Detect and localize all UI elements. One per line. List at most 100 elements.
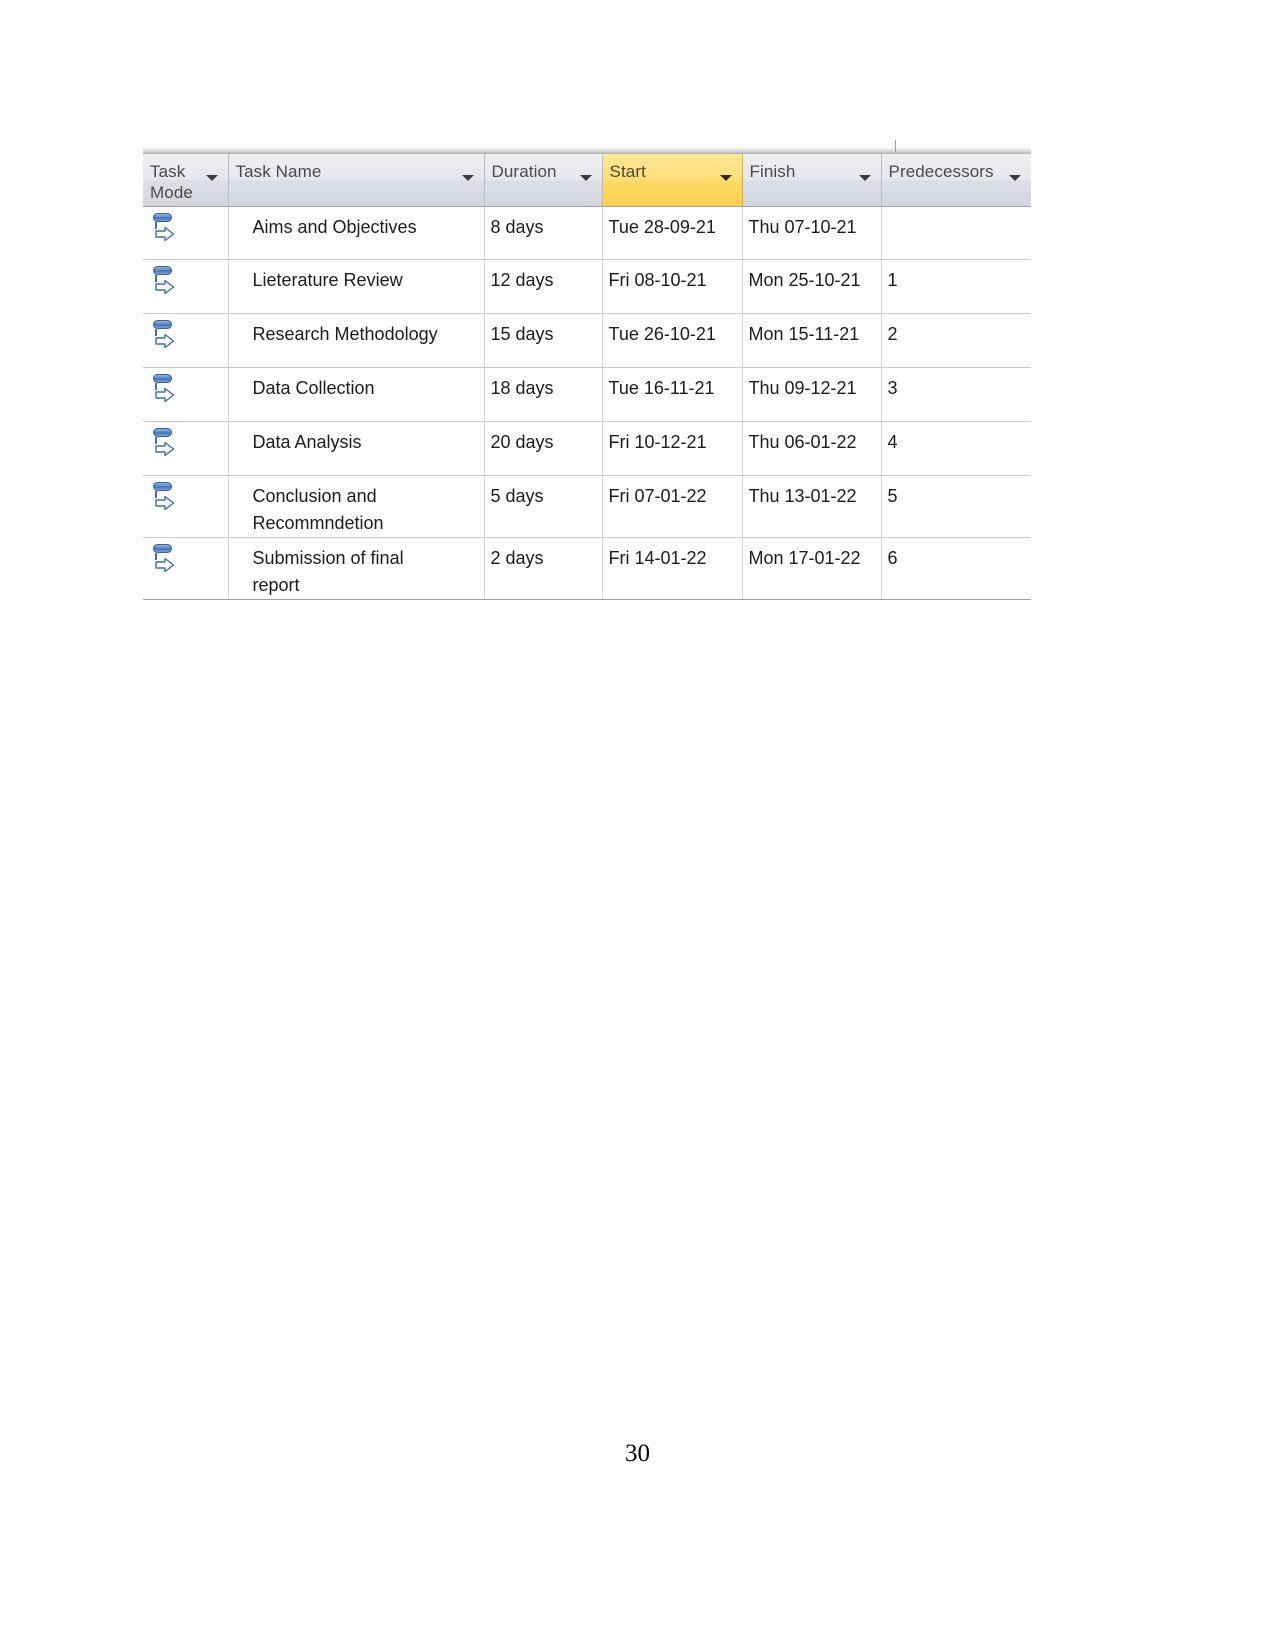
- auto-scheduled-bar: [153, 213, 172, 222]
- cell-start[interactable]: Fri 07-01-22: [602, 475, 743, 538]
- table-row[interactable]: Data Analysis 20 days Fri 10-12-21 Thu 06-0…: [143, 421, 1031, 476]
- column-header-start[interactable]: Start: [601, 154, 743, 207]
- cell-start[interactable]: Fri 08-10-21: [602, 259, 743, 314]
- auto-scheduled-arrow: [155, 441, 175, 462]
- column-header-predecessors[interactable]: Predecessors: [881, 154, 1031, 207]
- cell-predecessors[interactable]: [881, 206, 1032, 260]
- chevron-down-icon[interactable]: [579, 175, 592, 181]
- table-body: Aims and Objectives 8 days Tue 28-09-21 Thu…: [143, 206, 1032, 600]
- auto-scheduled-bar: [153, 374, 172, 383]
- cell-finish[interactable]: Thu 13-01-22: [742, 475, 882, 538]
- auto-scheduled-bar: [153, 428, 172, 437]
- cell-predecessors[interactable]: 6: [881, 537, 1031, 600]
- cell-predecessors-text: 6: [887, 548, 898, 568]
- auto-scheduled-icon: [152, 482, 178, 512]
- cell-finish[interactable]: Thu 06-01-22: [742, 421, 882, 476]
- cell-task-name-text: Aims and Objectives: [252, 217, 417, 237]
- cell-predecessors[interactable]: 2: [881, 313, 1031, 368]
- cell-finish-text: Thu 13-01-22: [748, 486, 857, 506]
- table-row[interactable]: Conclusion and Recommndetion 5 days Fri 07…: [143, 475, 1031, 538]
- column-header-duration[interactable]: Duration: [484, 154, 603, 207]
- table-row[interactable]: Research Methodology 15 days Tue 26-10-21 M…: [143, 313, 1031, 368]
- auto-scheduled-arrow: [155, 557, 175, 578]
- cell-finish[interactable]: Mon 15-11-21: [742, 313, 882, 368]
- cell-task-mode[interactable]: [143, 537, 229, 600]
- auto-scheduled-arrow: [155, 279, 175, 300]
- task-grid: Task Mode Task Name Duration Start Finis…: [143, 154, 1031, 600]
- cell-start[interactable]: Tue 28-09-21: [602, 206, 743, 260]
- cell-predecessors[interactable]: 5: [881, 475, 1031, 538]
- cell-task-name[interactable]: Conclusion and Recommndetion: [228, 475, 485, 538]
- table-row[interactable]: Data Collection 18 days Tue 16-11-21 Thu 09…: [143, 367, 1031, 422]
- cell-duration[interactable]: 20 days: [484, 421, 603, 476]
- table-row[interactable]: Aims and Objectives 8 days Tue 28-09-21 Thu…: [143, 206, 1032, 260]
- cell-finish-text: Thu 07-10-21: [748, 217, 857, 237]
- column-header-label: Task Name: [235, 162, 322, 181]
- cell-finish[interactable]: Mon 25-10-21: [742, 259, 882, 314]
- cell-start[interactable]: Fri 14-01-22: [602, 537, 743, 600]
- cell-predecessors[interactable]: 3: [881, 367, 1031, 422]
- auto-scheduled-bar: [153, 482, 172, 491]
- cell-duration[interactable]: 15 days: [484, 313, 603, 368]
- cell-start[interactable]: Fri 10-12-21: [602, 421, 743, 476]
- cell-task-name[interactable]: Research Methodology: [228, 313, 485, 368]
- cell-task-mode[interactable]: [143, 421, 229, 476]
- project-schedule-table: Task Mode Task Name Duration Start Finis…: [143, 140, 1031, 600]
- table-row[interactable]: Lieterature Review 12 days Fri 08-10-21 Mon…: [143, 259, 1031, 314]
- cell-finish-text: Thu 06-01-22: [748, 432, 857, 452]
- auto-scheduled-arrow: [155, 387, 175, 408]
- cell-task-name-text: Data Analysis: [252, 432, 362, 452]
- cell-duration-text: 15 days: [490, 324, 554, 344]
- cell-predecessors-text: 4: [887, 432, 898, 452]
- cell-task-mode[interactable]: [143, 475, 229, 538]
- cell-task-name-text: Lieterature Review: [252, 270, 403, 290]
- cell-task-name-text: Research Methodology: [252, 324, 438, 344]
- cell-duration-text: 12 days: [490, 270, 554, 290]
- grid-top-strip: [143, 140, 1031, 154]
- cell-task-name[interactable]: Submission of final report: [228, 537, 485, 600]
- cell-task-name[interactable]: Data Collection: [228, 367, 485, 422]
- cell-task-name[interactable]: Data Analysis: [228, 421, 485, 476]
- chevron-down-icon[interactable]: [205, 175, 218, 181]
- auto-scheduled-arrow: [155, 333, 175, 354]
- column-header-task-name[interactable]: Task Name: [228, 154, 485, 207]
- cell-duration-text: 18 days: [490, 378, 554, 398]
- table-row[interactable]: Submission of final report 2 days Fri 14-0…: [143, 537, 1031, 600]
- cell-start-text: Tue 16-11-21: [608, 378, 715, 398]
- auto-scheduled-bar: [153, 544, 172, 553]
- chevron-down-icon[interactable]: [1009, 175, 1021, 181]
- cell-duration[interactable]: 8 days: [484, 206, 603, 260]
- cell-task-mode[interactable]: [143, 206, 229, 260]
- cell-finish[interactable]: Thu 07-10-21: [742, 206, 882, 260]
- cell-duration[interactable]: 12 days: [484, 259, 603, 314]
- auto-scheduled-icon: [152, 374, 178, 404]
- table-header-row: Task Mode Task Name Duration Start Finis…: [143, 154, 1031, 207]
- auto-scheduled-icon: [152, 544, 178, 574]
- column-header-finish[interactable]: Finish: [742, 154, 882, 207]
- cell-task-mode[interactable]: [143, 259, 229, 314]
- chevron-down-icon[interactable]: [461, 175, 474, 181]
- cell-duration[interactable]: 18 days: [484, 367, 603, 422]
- chevron-down-icon[interactable]: [858, 175, 871, 181]
- cell-predecessors-text: 1: [887, 270, 898, 290]
- auto-scheduled-icon: [152, 266, 178, 296]
- cell-start-text: Tue 26-10-21: [608, 324, 716, 344]
- cell-finish[interactable]: Mon 17-01-22: [742, 537, 882, 600]
- cell-start[interactable]: Tue 26-10-21: [602, 313, 743, 368]
- cell-finish-text: Mon 15-11-21: [748, 324, 860, 344]
- cell-predecessors[interactable]: 4: [881, 421, 1031, 476]
- cell-duration[interactable]: 5 days: [484, 475, 603, 538]
- cell-start-text: Fri 14-01-22: [608, 548, 707, 568]
- column-header-task-mode[interactable]: Task Mode: [143, 154, 229, 207]
- chevron-down-icon[interactable]: [719, 175, 732, 181]
- cell-duration[interactable]: 2 days: [484, 537, 603, 600]
- cell-start[interactable]: Tue 16-11-21: [602, 367, 743, 422]
- cell-task-name[interactable]: Aims and Objectives: [228, 206, 485, 260]
- cell-task-name[interactable]: Lieterature Review: [228, 259, 485, 314]
- cell-task-mode[interactable]: [143, 367, 229, 422]
- cell-predecessors[interactable]: 1: [881, 259, 1031, 314]
- cell-predecessors-text: [882, 207, 1032, 214]
- cell-task-mode[interactable]: [143, 313, 229, 368]
- auto-scheduled-icon: [152, 213, 178, 243]
- cell-finish[interactable]: Thu 09-12-21: [742, 367, 882, 422]
